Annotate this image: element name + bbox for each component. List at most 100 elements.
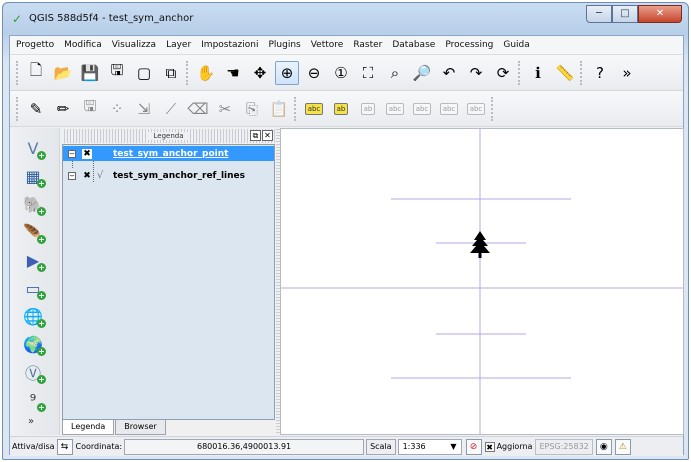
zoom-native-button[interactable]: ① [329, 61, 353, 85]
toggle-editing-button[interactable]: ✏ [51, 97, 75, 121]
zoom-full-button[interactable]: ⛶ [356, 61, 380, 85]
new-project-button[interactable]: 🗋 [24, 61, 48, 85]
zoom-to-selection-button[interactable]: ⌕ [383, 61, 407, 85]
change-label-icon: abc [466, 102, 486, 115]
paste-features-button[interactable]: 📋 [267, 97, 291, 121]
pan-button[interactable]: ☚ [221, 61, 245, 85]
collapse-icon[interactable]: − [68, 171, 76, 180]
new-print-composer-button[interactable]: ▢ [132, 61, 156, 85]
add-mssql-layer-button[interactable]: ▶ + [20, 248, 46, 272]
toolbar-grip[interactable] [491, 96, 495, 121]
toolbar-grip[interactable] [294, 96, 298, 121]
menu-vettore[interactable]: Vettore [311, 40, 344, 50]
toggle-extents-icon[interactable]: ⇆ [56, 438, 73, 455]
menu-visualizza[interactable]: Visualizza [112, 40, 156, 50]
zoom-to-layer-button[interactable]: 🔎 [410, 61, 434, 85]
layer-visibility-checkbox[interactable]: ✖ [82, 148, 92, 159]
legend-layer-row[interactable]: − ✖ test_sym_anchor_point [63, 146, 274, 161]
zoom-out-button[interactable]: ⊖ [302, 61, 326, 85]
toolbar-grip[interactable] [16, 96, 20, 121]
toolbar-grip[interactable] [16, 60, 20, 85]
save-as-button[interactable]: 🖫 [105, 61, 129, 85]
legend-tree[interactable]: − ✖ test_sym_anchor_point − ✖ √ test_sym_ancho… [62, 144, 275, 420]
vtoolbar-overflow-button[interactable]: » [28, 416, 34, 427]
collapse-icon[interactable]: − [68, 149, 76, 158]
pan-to-selection-button[interactable]: ✥ [248, 61, 272, 85]
legend-layer-row[interactable]: − ✖ √ test_sym_anchor_ref_lines [63, 168, 274, 183]
menu-impostazioni[interactable]: Impostazioni [201, 40, 258, 50]
help-button[interactable]: ? [588, 61, 612, 85]
toolbar-grip[interactable] [580, 60, 584, 85]
chevron-down-icon[interactable]: ▼ [450, 440, 456, 454]
toolbar-grip[interactable] [518, 60, 522, 85]
label-tool-icon: abc [304, 102, 324, 115]
node-tool-button[interactable]: ⟋ [159, 97, 183, 121]
zoom-next-button[interactable]: ↷ [464, 61, 488, 85]
show-hide-labels-button[interactable]: abc [383, 97, 407, 121]
menu-progetto[interactable]: Progetto [16, 40, 54, 50]
zoom-last-button[interactable]: ↶ [437, 61, 461, 85]
menu-raster[interactable]: Raster [353, 40, 382, 50]
add-wcs-layer-button[interactable]: 🌍 + [20, 332, 46, 356]
close-button[interactable]: ✕ [638, 5, 682, 23]
minimize-button[interactable]: ─ [586, 5, 612, 23]
copy-features-button[interactable]: ⎘ [240, 97, 264, 121]
stop-rendering-icon[interactable]: ⊘ [465, 438, 482, 455]
zoom-in-button[interactable]: ⊕ [275, 60, 299, 85]
touch-zoom-button[interactable]: ✋ [194, 61, 218, 85]
crs-status[interactable]: EPSG:25832 [535, 438, 593, 455]
move-label-icon: abc [412, 102, 432, 115]
coordinate-field[interactable]: 680016.36,4900013.91 [124, 438, 365, 455]
save-project-button[interactable]: 💾 [78, 61, 102, 85]
delete-selected-button[interactable]: ⌫ [186, 97, 210, 121]
add-feature-button[interactable]: ⁘ [105, 97, 129, 121]
add-postgis-layer-button[interactable]: 🐘 + [20, 192, 46, 216]
map-canvas[interactable] [280, 128, 684, 435]
pin-label-button[interactable]: ab [356, 97, 380, 121]
move-feature-button[interactable]: ⇲ [132, 97, 156, 121]
add-vector-layer-button[interactable]: V + [20, 136, 46, 160]
title-bar[interactable]: ✓ QGIS 588d5f4 - test_sym_anchor ─ □ ✕ [3, 3, 688, 35]
tab-legenda[interactable]: Legenda [62, 420, 115, 435]
refresh-icon: ⟳ [496, 63, 510, 82]
render-checkbox[interactable]: ✖ Aggiorna [484, 441, 532, 452]
move-label-button[interactable]: abc [410, 97, 434, 121]
label-highlight-button[interactable]: ab [329, 97, 353, 121]
menu-layer[interactable]: Layer [166, 40, 191, 50]
menu-database[interactable]: Database [392, 40, 435, 50]
menu-modifica[interactable]: Modifica [64, 40, 102, 50]
add-wfs-layer-button[interactable]: Ⓥ + [20, 360, 46, 384]
layer-visibility-checkbox[interactable]: ✖ [82, 171, 92, 181]
add-wms-layer-button[interactable]: 🌐 + [20, 304, 46, 328]
label-tool-button[interactable]: abc [302, 97, 326, 121]
menu-processing[interactable]: Processing [445, 40, 493, 50]
cut-features-button[interactable]: ✂ [213, 97, 237, 121]
add-raster-layer-button[interactable]: ▦ + [20, 164, 46, 188]
tab-browser[interactable]: Browser [115, 420, 166, 435]
menu-guida[interactable]: Guida [503, 40, 529, 50]
current-edits-button[interactable]: ✎ [24, 97, 48, 121]
messages-warning-icon[interactable]: ⚠ [614, 438, 631, 455]
add-oracle-layer-button[interactable]: ▭ + [20, 276, 46, 300]
change-label-button[interactable]: abc [464, 97, 488, 121]
composer-manager-button[interactable]: ⧉ [159, 61, 183, 85]
save-layer-edits-button[interactable]: 🖫 [78, 97, 102, 121]
toolbar-overflow-button[interactable]: » [615, 61, 639, 85]
identify-button[interactable]: ℹ [526, 61, 550, 85]
toolbar-grip[interactable] [186, 60, 190, 85]
refresh-button[interactable]: ⟳ [491, 61, 515, 85]
menu-plugins[interactable]: Plugins [268, 40, 300, 50]
close-dock-icon[interactable]: ✕ [262, 130, 273, 141]
measure-button[interactable]: 📏 [553, 61, 577, 85]
open-project-button[interactable]: 📂 [51, 61, 75, 85]
legend-dock-title[interactable]: Legenda [62, 129, 275, 143]
add-spatialite-layer-button[interactable]: 🪶 + [20, 220, 46, 244]
scale-combo[interactable]: 1:336 ▼ [397, 438, 462, 455]
float-dock-icon[interactable]: ⧉ [250, 130, 261, 141]
crs-globe-icon[interactable]: ◉ [595, 438, 612, 455]
add-delimited-text-layer-button[interactable]: ⁹ + [20, 388, 46, 412]
rotate-label-button[interactable]: abc [437, 97, 461, 121]
touch-zoom-icon: ✋ [196, 63, 216, 82]
add-plus-icon: + [37, 179, 46, 188]
maximize-button[interactable]: □ [612, 5, 638, 23]
